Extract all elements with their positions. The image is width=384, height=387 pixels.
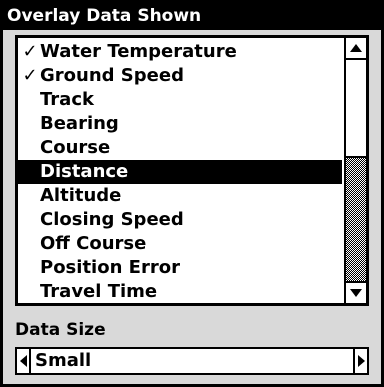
list-item-bearing[interactable]: Bearing [18, 112, 342, 136]
data-size-label: Data Size [15, 320, 106, 340]
overlay-data-list[interactable]: ✓ Water Temperature ✓ Ground Speed Track… [15, 35, 369, 306]
list-item-track[interactable]: Track [18, 88, 342, 112]
data-size-prev-button[interactable] [17, 349, 31, 373]
right-arrow-icon [357, 355, 365, 367]
scroll-down-button[interactable] [346, 281, 366, 303]
list-item-distance[interactable]: Distance [18, 160, 342, 184]
check-icon: ✓ [22, 41, 38, 62]
list-item-closing-speed[interactable]: Closing Speed [18, 208, 342, 232]
list-item-label: Ground Speed [40, 65, 184, 86]
list-item-water-temperature[interactable]: ✓ Water Temperature [18, 40, 342, 64]
list-item-label: Travel Time [40, 281, 158, 302]
scroll-thumb[interactable] [346, 60, 366, 158]
dialog-title: Overlay Data Shown [3, 3, 381, 30]
list-item-label: Off Course [40, 233, 147, 254]
list-item-course[interactable]: Course [18, 136, 342, 160]
list-item-ground-speed[interactable]: ✓ Ground Speed [18, 64, 342, 88]
list-item-label: Bearing [40, 113, 119, 134]
list-item-position-error[interactable]: Position Error [18, 256, 342, 280]
list-item-label: Closing Speed [40, 209, 184, 230]
list-item-label: Course [40, 137, 111, 158]
list-items: ✓ Water Temperature ✓ Ground Speed Track… [18, 40, 342, 303]
list-item-label: Distance [40, 161, 129, 182]
data-size-next-button[interactable] [353, 349, 367, 373]
check-icon: ✓ [22, 65, 38, 86]
up-arrow-icon [350, 44, 362, 52]
list-item-label: Altitude [40, 185, 122, 206]
left-arrow-icon [19, 355, 27, 367]
scroll-up-button[interactable] [346, 38, 366, 60]
down-arrow-icon [350, 289, 362, 297]
list-item-off-course[interactable]: Off Course [18, 232, 342, 256]
overlay-data-dialog: Overlay Data Shown ✓ Water Temperature ✓… [0, 0, 384, 387]
list-item-label: Water Temperature [40, 41, 237, 62]
list-item-label: Track [40, 89, 94, 110]
list-item-travel-time[interactable]: Travel Time [18, 280, 342, 303]
data-size-selector[interactable]: Small [15, 347, 369, 375]
list-item-label: Position Error [40, 257, 180, 278]
list-scrollbar[interactable] [344, 38, 366, 303]
list-item-altitude[interactable]: Altitude [18, 184, 342, 208]
data-size-value: Small [35, 350, 92, 371]
